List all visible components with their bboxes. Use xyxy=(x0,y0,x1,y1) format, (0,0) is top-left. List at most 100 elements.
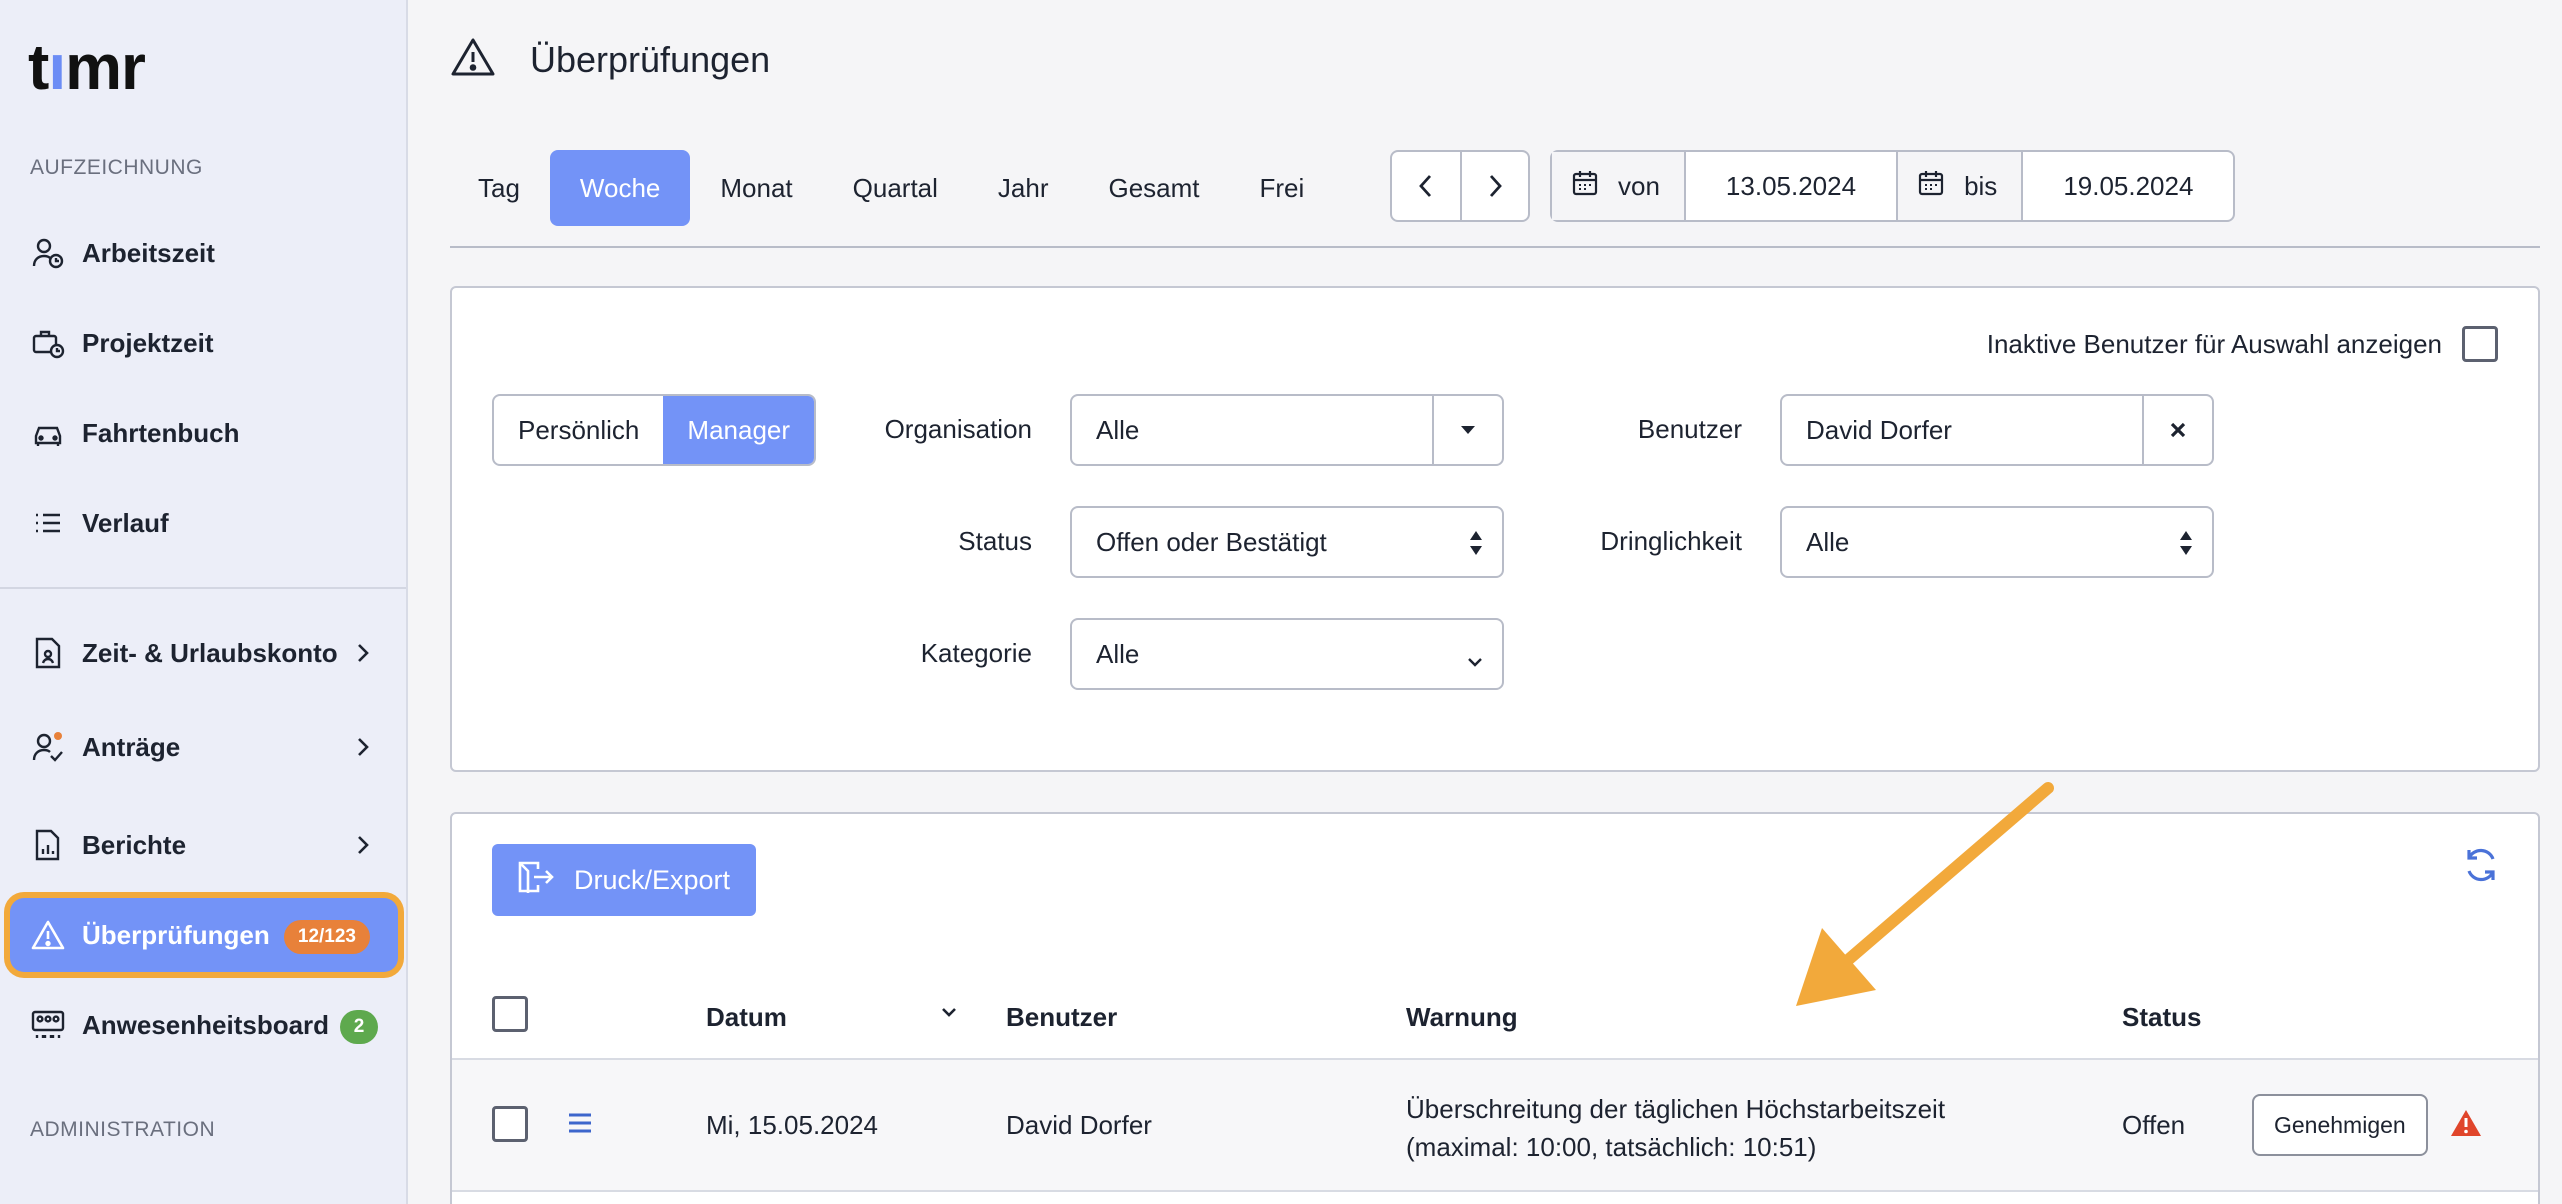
to-label: bis xyxy=(1964,170,1998,201)
user-clock-icon xyxy=(30,235,66,271)
sidebar-divider xyxy=(0,587,406,589)
sidebar-item-berichte[interactable]: Berichte xyxy=(0,808,406,882)
status-label: Status xyxy=(958,526,1032,556)
sidebar-item-label: Berichte xyxy=(82,829,187,860)
category-select[interactable]: Alle xyxy=(1070,618,1504,690)
chevron-down-icon xyxy=(1466,644,1484,675)
row-checkbox[interactable] xyxy=(492,1106,528,1142)
warning-icon xyxy=(30,917,66,953)
sidebar-item-anwesenheitsboard[interactable]: Anwesenheitsboard 2 xyxy=(0,988,406,1062)
range-tabs: Tag Woche Monat Quartal Jahr Gesamt Frei xyxy=(450,150,1334,226)
warning-line-1: Überschreitung der täglichen Höchstarbei… xyxy=(1406,1094,1946,1124)
page-header: Überprüfungen xyxy=(450,36,770,83)
from-label-box: von xyxy=(1552,152,1684,220)
tab-frei[interactable]: Frei xyxy=(1230,150,1335,226)
sidebar-item-label: Arbeitszeit xyxy=(82,237,215,268)
to-date-input[interactable]: 19.05.2024 xyxy=(2021,152,2233,220)
user-label: Benutzer xyxy=(1637,414,1742,444)
print-export-label: Druck/Export xyxy=(574,864,731,895)
approve-button[interactable]: Genehmigen xyxy=(2252,1094,2428,1156)
select-all-checkbox[interactable] xyxy=(492,996,528,1032)
caret-down-icon[interactable] xyxy=(1432,396,1502,464)
table-row: Mi, 15.05.2024 David Dorfer Überschreitu… xyxy=(452,1060,2538,1190)
urgency-select[interactable]: Alle xyxy=(1780,506,2214,578)
app-logo[interactable]: tımr xyxy=(28,30,146,104)
user-value: David Dorfer xyxy=(1806,414,1952,445)
inactive-users-label: Inaktive Benutzer für Auswahl anzeigen xyxy=(1986,328,2442,359)
results-panel: Druck/Export Datum Benutzer Warnung Stat… xyxy=(450,812,2540,1204)
warning-line-2: (maximal: 10:00, tatsächlich: 10:51) xyxy=(1406,1132,1817,1162)
row-warning: Überschreitung der täglichen Höchstarbei… xyxy=(1406,1090,1945,1166)
from-date-input[interactable]: 13.05.2024 xyxy=(1683,152,1899,220)
sidebar-item-label: Fahrtenbuch xyxy=(82,417,240,448)
header-divider xyxy=(450,246,2540,248)
sidebar-item-label: Überprüfungen xyxy=(82,919,270,950)
status-select[interactable]: Offen oder Bestätigt xyxy=(1070,506,1504,578)
calendar-icon xyxy=(1572,169,1618,204)
previous-period-button[interactable] xyxy=(1392,152,1460,220)
main-content: Überprüfungen Tag Woche Monat Quartal Ja… xyxy=(410,0,2562,1204)
sort-arrows-icon xyxy=(1468,528,1484,565)
sidebar-item-zeitkonto[interactable]: Zeit- & Urlaubskonto xyxy=(0,616,406,690)
list-icon xyxy=(30,505,66,541)
row-user: David Dorfer xyxy=(1006,1110,1152,1140)
presence-board-icon xyxy=(30,1007,66,1043)
tab-monat[interactable]: Monat xyxy=(690,150,822,226)
tab-woche[interactable]: Woche xyxy=(549,150,691,226)
report-icon xyxy=(30,827,66,863)
column-date[interactable]: Datum xyxy=(706,1002,787,1033)
sidebar-item-verlauf[interactable]: Verlauf xyxy=(0,486,406,560)
tab-quartal[interactable]: Quartal xyxy=(823,150,968,226)
to-label-box: bis xyxy=(1898,152,2022,220)
export-icon xyxy=(516,859,574,902)
details-menu-icon[interactable] xyxy=(566,1110,594,1141)
row-status: Offen xyxy=(2122,1110,2186,1140)
sidebar-item-label: Zeit- & Urlaubskonto xyxy=(82,637,338,668)
chevron-right-icon xyxy=(356,832,370,863)
presence-count-badge: 2 xyxy=(340,1010,378,1044)
tab-tag[interactable]: Tag xyxy=(450,150,550,226)
organisation-select[interactable]: Alle xyxy=(1070,394,1504,466)
alert-triangle-icon xyxy=(2450,1108,2482,1143)
tab-gesamt[interactable]: Gesamt xyxy=(1078,150,1229,226)
view-mode-toggle: Persönlich Manager xyxy=(492,394,817,466)
urgency-label: Dringlichkeit xyxy=(1600,526,1742,556)
from-label: von xyxy=(1618,170,1660,201)
row-date: Mi, 15.05.2024 xyxy=(706,1110,879,1140)
sidebar-item-label: Verlauf xyxy=(82,507,169,538)
car-icon xyxy=(30,415,66,451)
urgency-value: Alle xyxy=(1806,526,1850,557)
next-period-button[interactable] xyxy=(1460,152,1528,220)
sidebar-item-arbeitszeit[interactable]: Arbeitszeit xyxy=(0,216,406,290)
warning-icon xyxy=(450,36,496,83)
tab-jahr[interactable]: Jahr xyxy=(968,150,1079,226)
sidebar-item-antraege[interactable]: Anträge xyxy=(0,710,406,784)
page-title: Überprüfungen xyxy=(530,38,771,80)
user-select[interactable]: David Dorfer xyxy=(1780,394,2214,466)
sidebar-item-label: Anträge xyxy=(82,731,181,762)
organisation-label: Organisation xyxy=(884,414,1032,444)
sidebar-item-projektzeit[interactable]: Projektzeit xyxy=(0,306,406,380)
sidebar-item-fahrtenbuch[interactable]: Fahrtenbuch xyxy=(0,396,406,470)
briefcase-clock-icon xyxy=(30,325,66,361)
chevron-right-icon xyxy=(356,640,370,671)
calendar-icon xyxy=(1918,169,1964,204)
refresh-icon[interactable] xyxy=(2462,846,2500,889)
sidebar-item-ueberpruefungen[interactable]: Überprüfungen 12/123 xyxy=(10,898,398,972)
user-check-icon xyxy=(30,729,66,765)
sort-chevron-icon[interactable] xyxy=(940,1006,958,1025)
sidebar-item-label: Anwesenheitsboard xyxy=(82,1009,330,1040)
inactive-users-checkbox[interactable] xyxy=(2462,326,2498,362)
print-export-button[interactable]: Druck/Export xyxy=(492,844,757,916)
filter-panel: Inaktive Benutzer für Auswahl anzeigen P… xyxy=(450,286,2540,772)
category-label: Kategorie xyxy=(920,638,1032,668)
category-value: Alle xyxy=(1096,638,1140,669)
mode-personal-button[interactable]: Persönlich xyxy=(494,396,663,464)
column-status: Status xyxy=(2122,1002,2202,1032)
row-divider xyxy=(452,1190,2538,1192)
inactive-users-toggle: Inaktive Benutzer für Auswahl anzeigen xyxy=(1987,326,2498,362)
review-count-badge: 12/123 xyxy=(283,920,370,954)
clear-user-icon[interactable] xyxy=(2142,396,2212,464)
sidebar: tımr AUFZEICHNUNG Arbeitszeit Projektzei… xyxy=(0,0,408,1204)
sort-arrows-icon xyxy=(2178,528,2194,565)
